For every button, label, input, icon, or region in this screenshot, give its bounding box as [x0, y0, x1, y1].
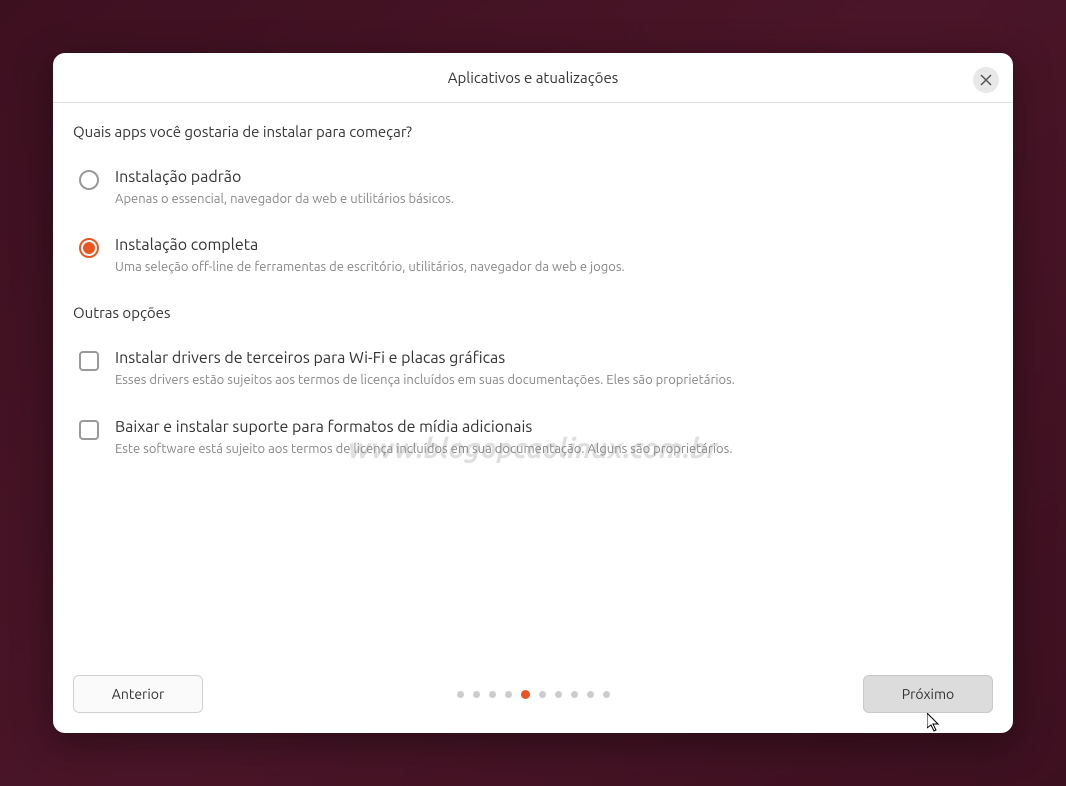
checkbox-option-media[interactable]: Baixar e instalar suporte para formatos … — [73, 418, 993, 458]
option-text-container: Instalação completa Uma seleção off-line… — [115, 236, 993, 276]
progress-dot — [603, 691, 610, 698]
progress-dot — [587, 691, 594, 698]
option-description: Este software está sujeito aos termos de… — [115, 440, 993, 458]
previous-button[interactable]: Anterior — [73, 675, 203, 713]
radio-option-complete[interactable]: Instalação completa Uma seleção off-line… — [73, 236, 993, 276]
option-title: Instalação completa — [115, 236, 993, 254]
other-options-label: Outras opções — [73, 304, 993, 321]
option-description: Uma seleção off-line de ferramentas de e… — [115, 258, 993, 276]
progress-dot — [571, 691, 578, 698]
installer-dialog: Aplicativos e atualizações Quais apps vo… — [53, 53, 1013, 733]
option-description: Esses drivers estão sujeitos aos termos … — [115, 371, 993, 389]
dialog-header: Aplicativos e atualizações — [53, 53, 1013, 103]
option-title: Baixar e instalar suporte para formatos … — [115, 418, 993, 436]
checkbox-option-drivers[interactable]: Instalar drivers de terceiros para Wi-Fi… — [73, 349, 993, 389]
radio-input[interactable] — [79, 170, 99, 190]
option-title: Instalar drivers de terceiros para Wi-Fi… — [115, 349, 993, 367]
option-text-container: Baixar e instalar suporte para formatos … — [115, 418, 993, 458]
progress-dot-active — [521, 690, 530, 699]
close-button[interactable] — [973, 67, 999, 93]
dialog-content: Quais apps você gostaria de instalar par… — [53, 103, 1013, 655]
option-description: Apenas o essencial, navegador da web e u… — [115, 190, 993, 208]
dialog-footer: Anterior Próximo — [53, 655, 1013, 733]
install-question: Quais apps você gostaria de instalar par… — [73, 123, 993, 140]
close-icon — [980, 74, 992, 86]
progress-dot — [489, 691, 496, 698]
dialog-title: Aplicativos e atualizações — [448, 69, 619, 86]
option-text-container: Instalação padrão Apenas o essencial, na… — [115, 168, 993, 208]
next-button[interactable]: Próximo — [863, 675, 993, 713]
radio-option-default[interactable]: Instalação padrão Apenas o essencial, na… — [73, 168, 993, 208]
progress-dot — [473, 691, 480, 698]
progress-dot — [539, 691, 546, 698]
checkbox-input[interactable] — [79, 420, 99, 440]
progress-dot — [555, 691, 562, 698]
option-text-container: Instalar drivers de terceiros para Wi-Fi… — [115, 349, 993, 389]
progress-dot — [505, 691, 512, 698]
option-title: Instalação padrão — [115, 168, 993, 186]
progress-dots — [457, 690, 610, 699]
radio-input[interactable] — [79, 238, 99, 258]
progress-dot — [457, 691, 464, 698]
checkbox-input[interactable] — [79, 351, 99, 371]
